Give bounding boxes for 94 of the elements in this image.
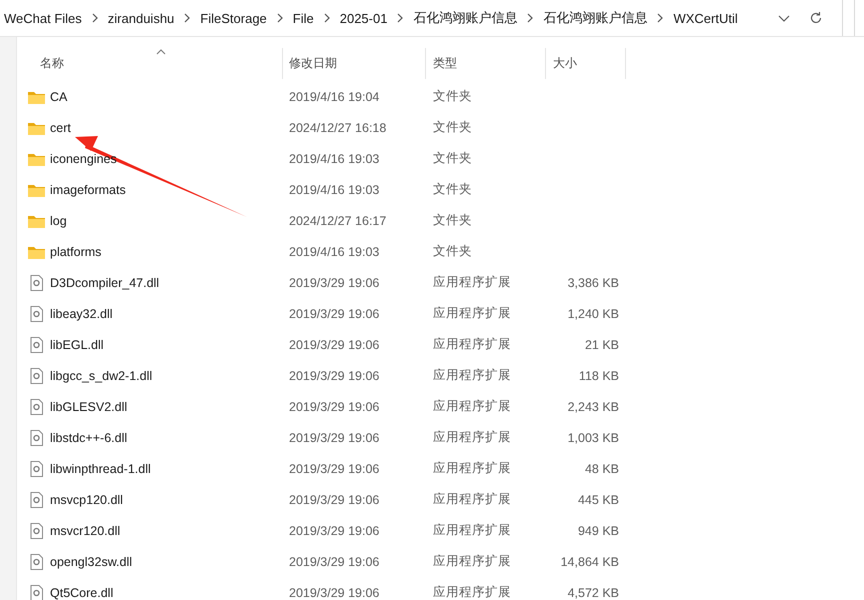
file-icon bbox=[28, 306, 45, 322]
file-icon bbox=[28, 368, 45, 384]
modified-date: 2019/3/29 19:06 bbox=[289, 462, 380, 476]
file-name[interactable]: libwinpthread-1.dll bbox=[50, 462, 151, 476]
file-icon bbox=[28, 398, 45, 414]
breadcrumb[interactable]: WXCertUtil bbox=[671, 10, 740, 26]
file-size: 445 KB bbox=[578, 492, 619, 506]
file-name[interactable]: libstdc++-6.dll bbox=[50, 430, 128, 444]
file-icon bbox=[28, 554, 45, 570]
modified-date: 2019/3/29 19:06 bbox=[289, 306, 380, 320]
modified-date: 2019/3/29 19:06 bbox=[289, 554, 380, 568]
file-size: 21 KB bbox=[584, 338, 619, 352]
modified-date: 2019/3/29 19:06 bbox=[289, 338, 380, 352]
modified-date: 2019/3/29 19:06 bbox=[289, 368, 380, 382]
file-size: 949 KB bbox=[578, 524, 619, 538]
modified-date: 2024/12/27 16:17 bbox=[289, 214, 386, 228]
file-name[interactable]: log bbox=[50, 214, 67, 228]
file-name[interactable]: libGLESV2.dll bbox=[50, 400, 128, 414]
breadcrumb[interactable]: WeChat Files bbox=[2, 10, 84, 26]
refresh-icon[interactable] bbox=[809, 11, 823, 25]
file-type: 文件夹 bbox=[433, 119, 472, 136]
file-icon bbox=[28, 492, 45, 508]
chevron-right-icon bbox=[656, 13, 664, 23]
file-size: 48 KB bbox=[584, 462, 619, 476]
file-name[interactable]: cert bbox=[50, 120, 71, 134]
file-size: 14,864 KB bbox=[560, 554, 619, 568]
breadcrumb[interactable]: ziranduishu bbox=[106, 10, 176, 26]
modified-date: 2019/3/29 19:06 bbox=[289, 430, 380, 444]
file-name[interactable]: platforms bbox=[50, 244, 102, 258]
modified-date: 2024/12/27 16:18 bbox=[289, 120, 386, 134]
file-icon bbox=[28, 336, 45, 352]
file-size: 118 KB bbox=[578, 368, 619, 382]
file-type: 应用程序扩展 bbox=[433, 398, 511, 415]
file-icon bbox=[28, 522, 45, 538]
file-size: 2,243 KB bbox=[568, 400, 619, 414]
file-type: 文件夹 bbox=[433, 181, 472, 198]
breadcrumb[interactable]: FileStorage bbox=[198, 10, 269, 26]
file-type: 文件夹 bbox=[433, 212, 472, 229]
file-type: 应用程序扩展 bbox=[433, 460, 511, 477]
file-name[interactable]: libEGL.dll bbox=[50, 338, 104, 352]
chevron-right-icon bbox=[322, 13, 331, 23]
file-name[interactable]: msvcp120.dll bbox=[50, 492, 123, 506]
file-name[interactable]: D3Dcompiler_47.dll bbox=[50, 276, 160, 290]
file-size: 3,386 KB bbox=[568, 276, 619, 290]
column-header[interactable]: 修改日期 bbox=[283, 48, 426, 79]
modified-date: 2019/4/16 19:03 bbox=[289, 244, 380, 258]
breadcrumb[interactable]: File bbox=[290, 10, 316, 26]
column-header[interactable]: 大小 bbox=[546, 48, 626, 79]
modified-date: 2019/3/29 19:06 bbox=[289, 524, 380, 538]
file-name[interactable]: msvcr120.dll bbox=[50, 524, 120, 538]
breadcrumb[interactable]: 石化鸿翊账户信息 bbox=[541, 9, 650, 27]
file-type: 应用程序扩展 bbox=[433, 522, 511, 539]
file-icon bbox=[28, 274, 45, 290]
file-type: 应用程序扩展 bbox=[433, 429, 511, 446]
file-type: 应用程序扩展 bbox=[433, 584, 511, 600]
file-type: 文件夹 bbox=[433, 150, 472, 167]
file-icon bbox=[28, 430, 45, 446]
column-header[interactable]: 类型 bbox=[426, 48, 546, 79]
file-size: 1,003 KB bbox=[568, 430, 619, 444]
file-name[interactable]: Qt5Core.dll bbox=[50, 586, 114, 600]
file-type: 应用程序扩展 bbox=[433, 367, 511, 384]
file-name[interactable]: imageformats bbox=[50, 182, 126, 196]
modified-date: 2019/4/16 19:04 bbox=[289, 90, 380, 104]
chevron-right-icon bbox=[396, 13, 404, 23]
chevron-right-icon bbox=[526, 13, 534, 23]
chevron-right-icon bbox=[276, 13, 284, 23]
modified-date: 2019/3/29 19:06 bbox=[289, 276, 380, 290]
column-header[interactable]: 名称 bbox=[17, 48, 283, 79]
address-bar[interactable]: WeChat Files ziranduishu FileStorage File 2025-01 石化鸿翊账户信息 石化鸿翊账户信息 WXCertUtil bbox=[0, 0, 843, 36]
modified-date: 2019/3/29 19:06 bbox=[289, 400, 380, 414]
modified-date: 2019/3/29 19:06 bbox=[289, 492, 380, 506]
file-icon bbox=[28, 460, 45, 476]
file-type: 应用程序扩展 bbox=[433, 274, 511, 291]
file-size: 1,240 KB bbox=[568, 306, 619, 320]
file-name[interactable]: CA bbox=[50, 90, 68, 104]
file-type: 应用程序扩展 bbox=[433, 553, 511, 570]
modified-date: 2019/4/16 19:03 bbox=[289, 182, 380, 196]
file-name[interactable]: libeay32.dll bbox=[50, 306, 113, 320]
breadcrumb[interactable]: 2025-01 bbox=[338, 10, 390, 26]
file-type: 文件夹 bbox=[433, 243, 472, 260]
file-type: 应用程序扩展 bbox=[433, 491, 511, 508]
modified-date: 2019/3/29 19:06 bbox=[289, 586, 380, 600]
file-type: 应用程序扩展 bbox=[433, 336, 511, 353]
file-type: 文件夹 bbox=[433, 88, 472, 105]
chevron-right-icon bbox=[90, 13, 99, 23]
modified-date: 2019/4/16 19:03 bbox=[289, 152, 380, 166]
file-type: 应用程序扩展 bbox=[433, 305, 511, 322]
breadcrumb[interactable]: 石化鸿翊账户信息 bbox=[411, 9, 520, 27]
chevron-right-icon bbox=[183, 13, 192, 23]
file-name[interactable]: libgcc_s_dw2-1.dll bbox=[50, 368, 152, 382]
file-icon bbox=[28, 584, 45, 600]
sort-icon bbox=[156, 49, 166, 55]
file-name[interactable]: opengl32sw.dll bbox=[50, 554, 132, 568]
file-size: 4,572 KB bbox=[568, 586, 619, 600]
